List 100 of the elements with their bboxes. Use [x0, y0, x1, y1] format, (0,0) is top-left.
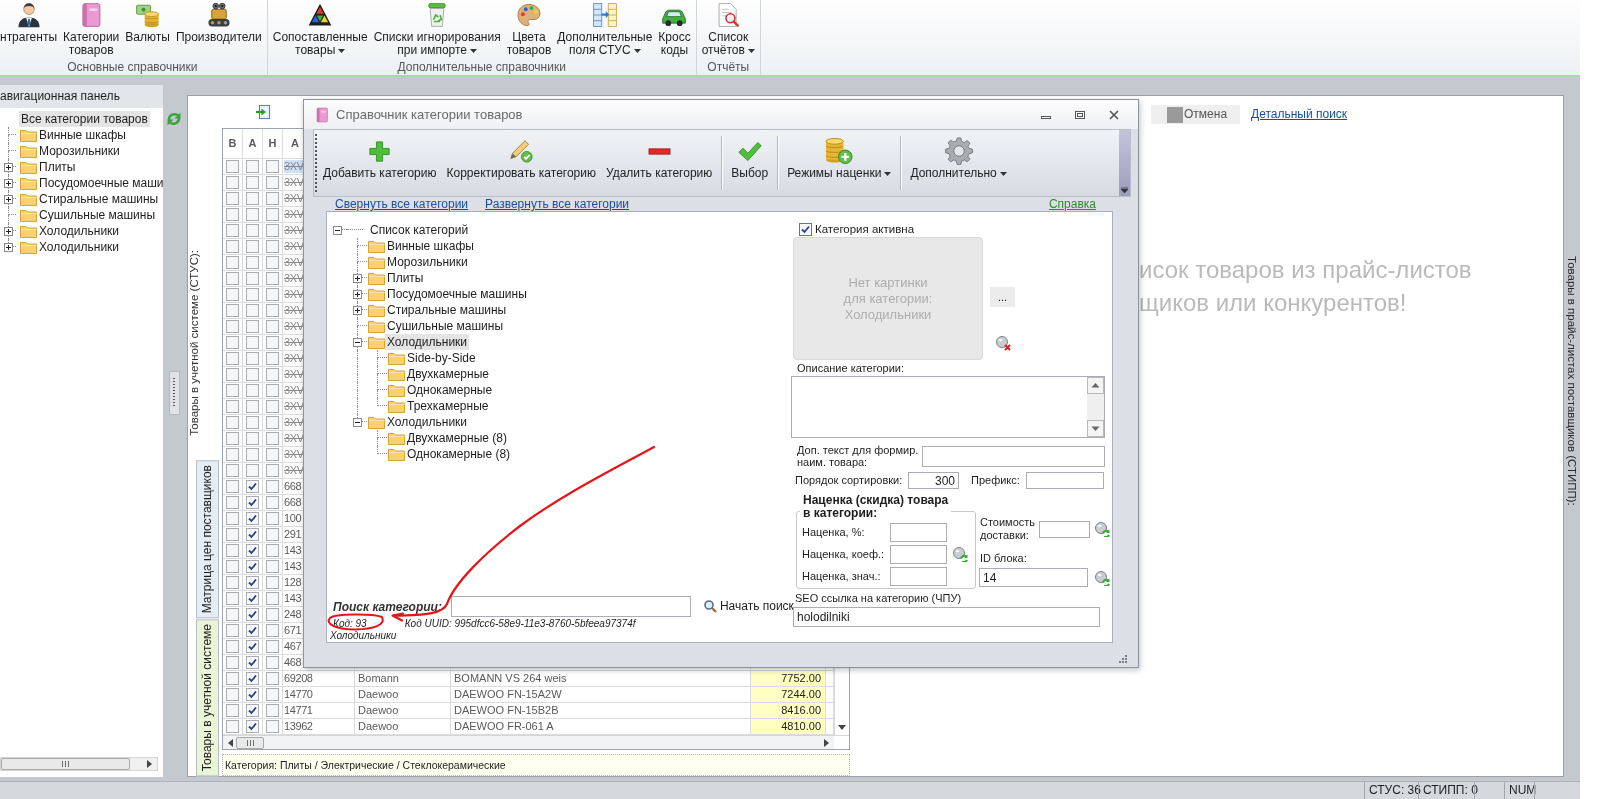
sort-order-field[interactable]: 300	[908, 472, 959, 489]
vertical-scrollbar[interactable]	[1087, 377, 1104, 437]
checkbox[interactable]	[226, 624, 239, 637]
tree-item[interactable]: Все категории товаров	[19, 111, 150, 127]
checkbox[interactable]	[266, 384, 279, 397]
checkbox-label[interactable]: Категория активна	[815, 222, 915, 236]
checkbox[interactable]	[226, 640, 239, 653]
arrow-left-icon[interactable]	[227, 738, 234, 747]
expand-icon[interactable]	[352, 305, 362, 315]
checkbox[interactable]	[226, 480, 239, 493]
checkbox[interactable]	[246, 512, 259, 525]
tree-item[interactable]: Сушильные машины	[385, 318, 505, 334]
tree-link[interactable]: Развернуть все категории	[485, 197, 630, 211]
toolbar-button[interactable]: Режимы наценки	[782, 130, 897, 196]
checkbox[interactable]	[246, 544, 259, 557]
markup-field[interactable]	[890, 523, 947, 542]
tree-item[interactable]: Двухкамерные	[405, 366, 491, 382]
checkbox[interactable]	[246, 576, 259, 589]
tree-item[interactable]: Трехкамерные	[405, 398, 491, 414]
checkbox[interactable]	[226, 720, 239, 733]
checkbox[interactable]	[246, 272, 259, 285]
checkbox[interactable]	[246, 720, 259, 733]
ribbon-button[interactable]: Сопоставленные товары	[269, 0, 371, 57]
checkbox[interactable]	[246, 560, 259, 573]
expand-icon[interactable]	[3, 194, 13, 204]
expand-icon[interactable]	[3, 178, 13, 188]
checkbox[interactable]	[246, 592, 259, 605]
checkbox[interactable]	[266, 640, 279, 653]
vertical-tab[interactable]: Матрица цен поставщиков	[196, 460, 219, 619]
checkbox[interactable]	[226, 576, 239, 589]
ribbon-button[interactable]: нтрагенты	[0, 0, 60, 44]
checkbox[interactable]	[266, 496, 279, 509]
checkbox[interactable]	[226, 496, 239, 509]
tree-item[interactable]: Морозильники	[37, 143, 122, 159]
collapse-icon[interactable]	[352, 417, 362, 427]
arrow-down-icon[interactable]	[838, 725, 846, 731]
disc-arrows-icon[interactable]	[1094, 521, 1111, 537]
checkbox[interactable]	[226, 272, 239, 285]
toolbar-button[interactable]: Выбор	[726, 130, 774, 196]
tree-item[interactable]: Side-by-Side	[405, 350, 478, 366]
toolbar-button[interactable]: Удалить категорию	[601, 130, 718, 196]
checkbox[interactable]	[246, 496, 259, 509]
checkbox[interactable]	[246, 432, 259, 445]
checkbox[interactable]	[226, 208, 239, 221]
checkbox[interactable]	[246, 464, 259, 477]
checkbox[interactable]	[226, 704, 239, 717]
checkbox[interactable]	[226, 592, 239, 605]
checkbox[interactable]	[246, 400, 259, 413]
checkbox[interactable]	[226, 224, 239, 237]
search-field[interactable]	[450, 596, 691, 617]
tree-item[interactable]: Винные шкафы	[37, 127, 128, 143]
block-id-field[interactable]: 14	[979, 568, 1088, 587]
checkbox[interactable]	[226, 192, 239, 205]
checkbox[interactable]	[266, 480, 279, 493]
checkbox[interactable]	[246, 672, 259, 685]
checkbox[interactable]	[266, 448, 279, 461]
checkbox[interactable]	[266, 592, 279, 605]
checkbox[interactable]	[246, 688, 259, 701]
ribbon-button[interactable]: Валюты	[122, 0, 173, 44]
tree-item[interactable]: Плиты	[37, 159, 78, 175]
close-icon[interactable]	[1108, 108, 1120, 121]
checkbox[interactable]	[266, 528, 279, 541]
checkbox[interactable]	[246, 320, 259, 333]
tree-item[interactable]: Однокамерные	[405, 382, 495, 398]
arrow-down-icon[interactable]	[1087, 420, 1104, 437]
checkbox[interactable]	[266, 304, 279, 317]
ribbon-button[interactable]: Производители	[172, 0, 265, 44]
checkbox[interactable]	[266, 464, 279, 477]
description-field[interactable]	[791, 376, 1105, 438]
checkbox[interactable]	[226, 560, 239, 573]
checkbox[interactable]	[266, 688, 279, 701]
checkbox[interactable]	[246, 368, 259, 381]
checkbox[interactable]	[266, 176, 279, 189]
checkbox[interactable]	[226, 400, 239, 413]
checkbox[interactable]	[246, 192, 259, 205]
checkbox[interactable]	[226, 512, 239, 525]
checkbox[interactable]	[226, 352, 239, 365]
checkbox[interactable]	[226, 448, 239, 461]
checkbox[interactable]	[226, 176, 239, 189]
splitter-handle[interactable]	[168, 371, 180, 415]
tree-item[interactable]: Холодильники	[385, 334, 470, 350]
checkbox[interactable]	[226, 464, 239, 477]
cancel-button[interactable]: Отмена	[1151, 105, 1240, 124]
checkbox[interactable]	[266, 656, 279, 669]
resize-grip-icon[interactable]	[1117, 653, 1127, 663]
tree-item[interactable]: Список категорий	[368, 222, 471, 238]
disc-arrows-icon[interactable]	[1094, 569, 1110, 586]
checkbox[interactable]	[246, 160, 259, 173]
vertical-tab[interactable]: Товары в учетной системе	[196, 618, 219, 776]
checkbox[interactable]	[246, 448, 259, 461]
browse-button[interactable]: ...	[990, 287, 1015, 307]
box-arrow-icon[interactable]	[255, 104, 271, 120]
seo-link-field[interactable]: holodilniki	[793, 607, 1100, 627]
checkbox[interactable]	[266, 352, 279, 365]
checkbox[interactable]	[226, 240, 239, 253]
checkbox[interactable]	[246, 480, 259, 493]
checkbox[interactable]	[266, 192, 279, 205]
tree-item[interactable]: Холодильники	[37, 223, 122, 239]
tree-item[interactable]: Холодильники	[37, 239, 122, 255]
restore-icon[interactable]	[1074, 108, 1086, 121]
